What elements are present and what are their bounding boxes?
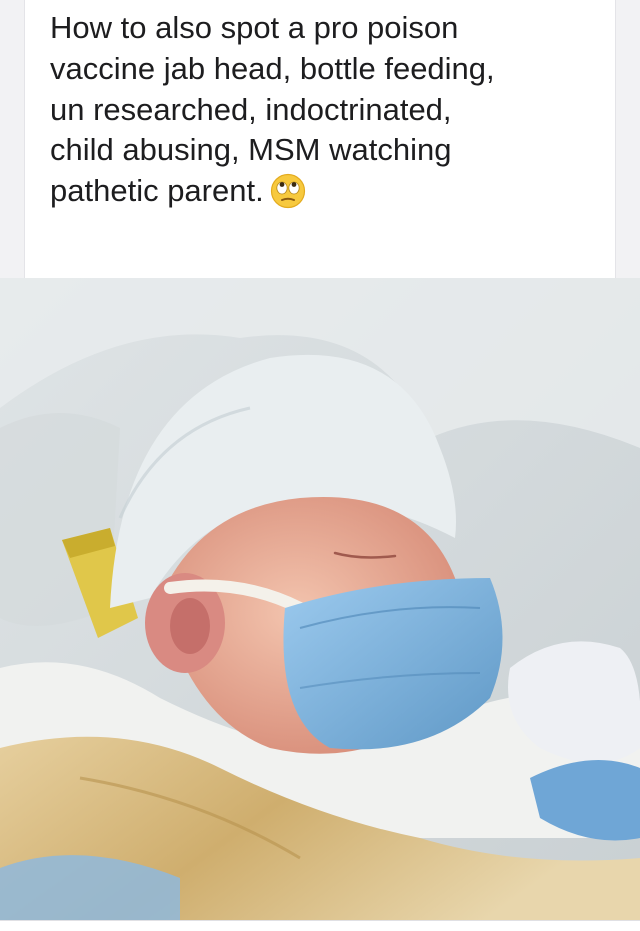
infant-photo <box>0 278 640 920</box>
bottom-strip <box>0 920 640 931</box>
face-with-rolling-eyes-icon <box>270 173 306 209</box>
post-text: How to also spot a pro poison vaccine ja… <box>50 8 610 212</box>
post-card: How to also spot a pro poison vaccine ja… <box>24 0 616 278</box>
